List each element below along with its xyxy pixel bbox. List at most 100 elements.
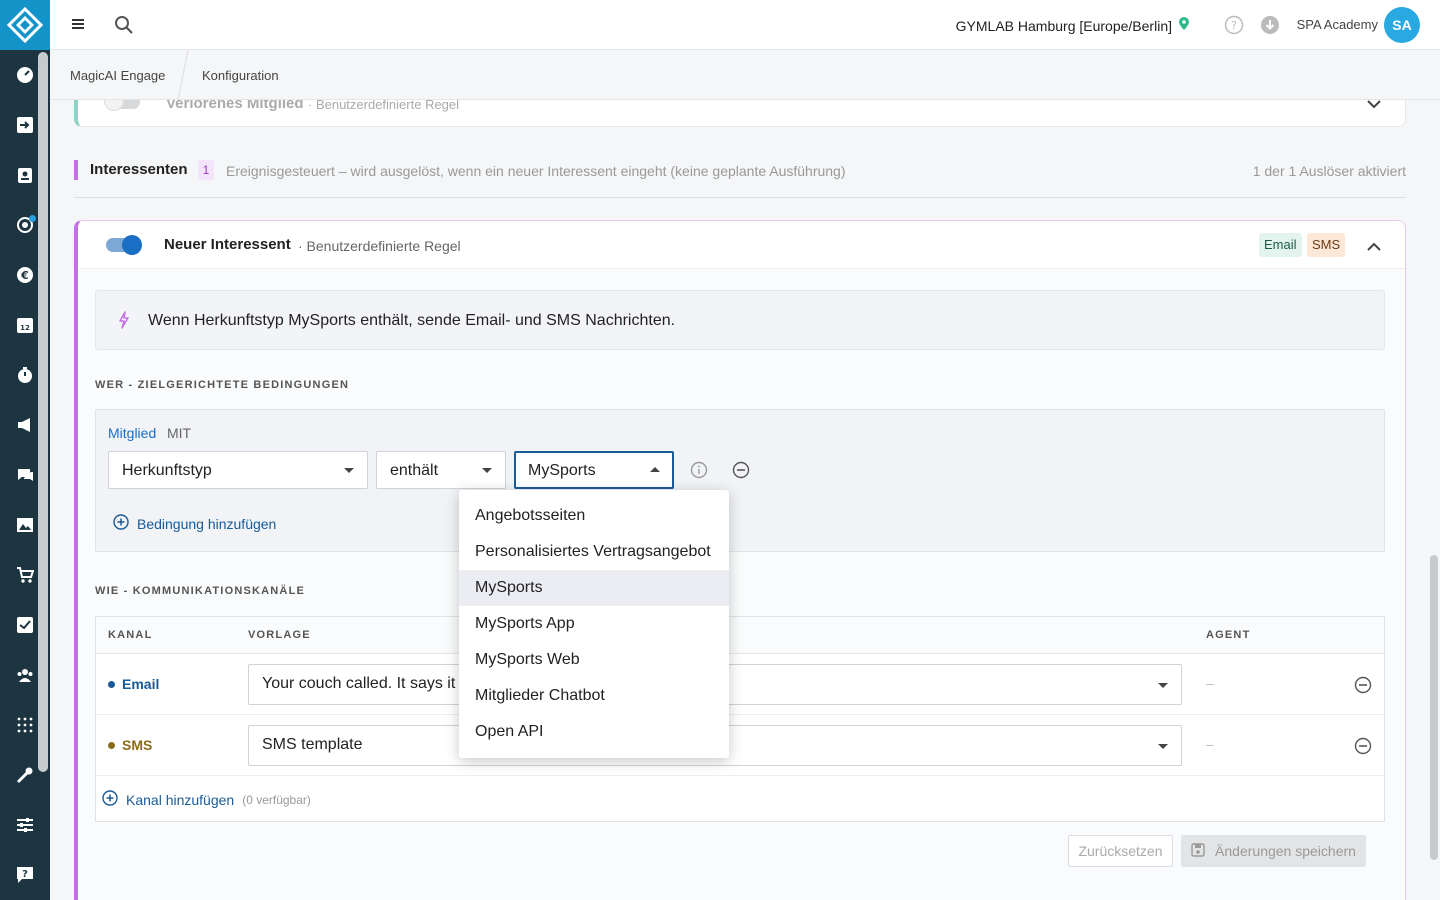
save-label: Änderungen speichern — [1215, 843, 1356, 859]
template-value: Your couch called. It says it — [262, 675, 456, 692]
rule-card-body: Wenn Herkunftstyp MySports enthält, send… — [78, 269, 1405, 900]
how-heading: WIE - KOMMUNIKATIONSKANÄLE — [95, 585, 306, 597]
conditions-box: Mitglied MIT Herkunftstyp enthält MySpor… — [95, 409, 1385, 552]
section-activated-count: 1 der 1 Auslöser aktiviert — [1252, 163, 1406, 179]
who-heading: WER - ZIELGERICHTETE BEDINGUNGEN — [95, 379, 350, 391]
add-channel-label: Kanal hinzufügen — [126, 791, 235, 808]
caret-down-icon — [482, 468, 492, 473]
condition-value-select[interactable]: MySports — [514, 451, 674, 489]
section-accent-bar — [74, 160, 78, 180]
help-icon[interactable]: ? — [1224, 15, 1244, 40]
add-channel-note: (0 verfügbar) — [242, 792, 311, 807]
plus-circle-icon — [113, 514, 129, 533]
condition-operator-select[interactable]: enthält — [376, 451, 506, 489]
column-kanal: KANAL — [108, 629, 153, 641]
agent-value: – — [1206, 736, 1214, 752]
rule-title: Verlorenes Mitglied — [166, 100, 304, 112]
email-badge: Email — [1259, 233, 1302, 257]
search-icon[interactable] — [114, 15, 134, 40]
page-scrollbar[interactable] — [1430, 555, 1438, 860]
settings-sliders-icon[interactable] — [0, 807, 50, 843]
add-channel-button[interactable]: Kanal hinzufügen (0 verfügbar) — [102, 790, 311, 809]
column-vorlage: VORLAGE — [248, 629, 311, 641]
save-button[interactable]: Änderungen speichern — [1181, 835, 1366, 867]
download-icon[interactable] — [1260, 15, 1280, 40]
rule-card-verlorenes-mitglied[interactable]: Verlorenes Mitglied · Benutzerdefinierte… — [74, 100, 1406, 127]
column-agent: AGENT — [1206, 629, 1251, 641]
breadcrumb-item-konfiguration[interactable]: Konfiguration — [202, 68, 279, 83]
location-pin-icon — [1178, 17, 1190, 34]
caret-up-icon — [650, 467, 660, 472]
remove-condition-icon[interactable] — [732, 461, 750, 484]
toggle-knob — [104, 100, 124, 111]
add-condition-button[interactable]: Bedingung hinzufügen — [113, 514, 276, 533]
reset-button[interactable]: Zurücksetzen — [1068, 835, 1173, 867]
summary-text: Wenn Herkunftstyp MySports enthält, send… — [148, 312, 676, 329]
rule-card-header[interactable]: Neuer Interessent · Benutzerdefinierte R… — [78, 221, 1405, 269]
agent-value: – — [1206, 675, 1214, 691]
rule-card-neuer-interessent: Neuer Interessent · Benutzerdefinierte R… — [74, 220, 1406, 900]
chevron-down-icon[interactable] — [1367, 100, 1381, 114]
dropdown-option[interactable]: MySports App — [459, 606, 729, 642]
svg-text:€: € — [20, 269, 29, 282]
channel-label: SMS — [122, 737, 153, 753]
channel-name: Email — [108, 676, 159, 692]
remove-channel-icon[interactable] — [1354, 676, 1372, 699]
section-count-badge: 1 — [198, 160, 214, 180]
condition-field-select[interactable]: Herkunftstyp — [108, 451, 368, 489]
dropdown-option[interactable]: Personalisiertes Vertragsangebot — [459, 534, 729, 570]
avatar[interactable]: SA — [1384, 7, 1420, 43]
remove-channel-icon[interactable] — [1354, 737, 1372, 760]
dropdown-option[interactable]: Angebotsseiten — [459, 498, 729, 534]
mit-label: MIT — [167, 425, 192, 441]
save-icon — [1191, 842, 1205, 860]
channel-dot — [108, 680, 115, 688]
lightning-icon — [118, 311, 130, 334]
section-title: Interessenten — [90, 161, 188, 178]
menu-icon[interactable] — [70, 15, 86, 38]
channels-table: KANAL VORLAGE AGENT Email Your couch cal… — [95, 616, 1385, 822]
sidebar-scrollbar[interactable] — [38, 52, 48, 772]
channel-dot — [108, 741, 115, 749]
dropdown-option[interactable]: MySports Web — [459, 642, 729, 678]
condition-value: MySports — [528, 462, 596, 479]
chevron-up-icon[interactable] — [1367, 238, 1381, 256]
dropdown-option[interactable]: Mitglieder Chatbot — [459, 678, 729, 714]
table-row-email: Email Your couch called. It says it – — [96, 654, 1384, 715]
dropdown-option-selected[interactable]: MySports — [459, 570, 729, 606]
condition-operator-value: enthält — [390, 462, 439, 479]
location-selector[interactable]: GYMLAB Hamburg [Europe/Berlin] — [956, 17, 1190, 34]
top-bar: GYMLAB Hamburg [Europe/Berlin] ? SPA Aca… — [50, 0, 1440, 50]
main-content: Verlorenes Mitglied · Benutzerdefinierte… — [50, 100, 1440, 900]
help-chat-icon[interactable]: ? — [0, 857, 50, 893]
plus-circle-icon — [102, 790, 118, 809]
section-description: Ereignisgesteuert – wird ausgelöst, wenn… — [226, 163, 846, 179]
channel-name: SMS — [108, 737, 152, 753]
breadcrumb-separator — [176, 49, 190, 101]
svg-text:?: ? — [22, 869, 28, 880]
template-value: SMS template — [262, 736, 363, 753]
sms-badge: SMS — [1307, 233, 1346, 257]
member-link[interactable]: Mitglied — [108, 425, 156, 441]
sidebar-rail: € 12 ? — [0, 0, 50, 900]
rule-title: Neuer Interessent — [164, 236, 291, 253]
info-icon[interactable] — [690, 461, 708, 484]
user-name[interactable]: SPA Academy — [1297, 17, 1378, 32]
section-header-interessenten: Interessenten 1 Ereignisgesteuert – wird… — [74, 158, 1406, 198]
rule-subtitle: · Benutzerdefinierte Regel — [298, 238, 461, 254]
add-condition-label: Bedingung hinzufügen — [137, 515, 277, 532]
notification-dot — [29, 215, 36, 222]
toggle-knob — [122, 235, 142, 255]
caret-down-icon — [1158, 744, 1168, 749]
dropdown-option[interactable]: Open API — [459, 714, 729, 750]
rule-summary: Wenn Herkunftstyp MySports enthält, send… — [95, 290, 1385, 350]
breadcrumb: MagicAI Engage Konfiguration — [50, 49, 1440, 101]
breadcrumb-item-magicai[interactable]: MagicAI Engage — [70, 68, 165, 83]
caret-down-icon — [1158, 683, 1168, 688]
location-label: GYMLAB Hamburg [Europe/Berlin] — [955, 17, 1172, 34]
herkunftstyp-dropdown: Angebotsseiten Personalisiertes Vertrags… — [459, 490, 729, 758]
svg-text:?: ? — [1231, 19, 1237, 32]
reset-label: Zurücksetzen — [1078, 843, 1163, 859]
app-logo[interactable] — [0, 0, 50, 50]
rule-subtitle: · Benutzerdefinierte Regel — [308, 100, 460, 112]
